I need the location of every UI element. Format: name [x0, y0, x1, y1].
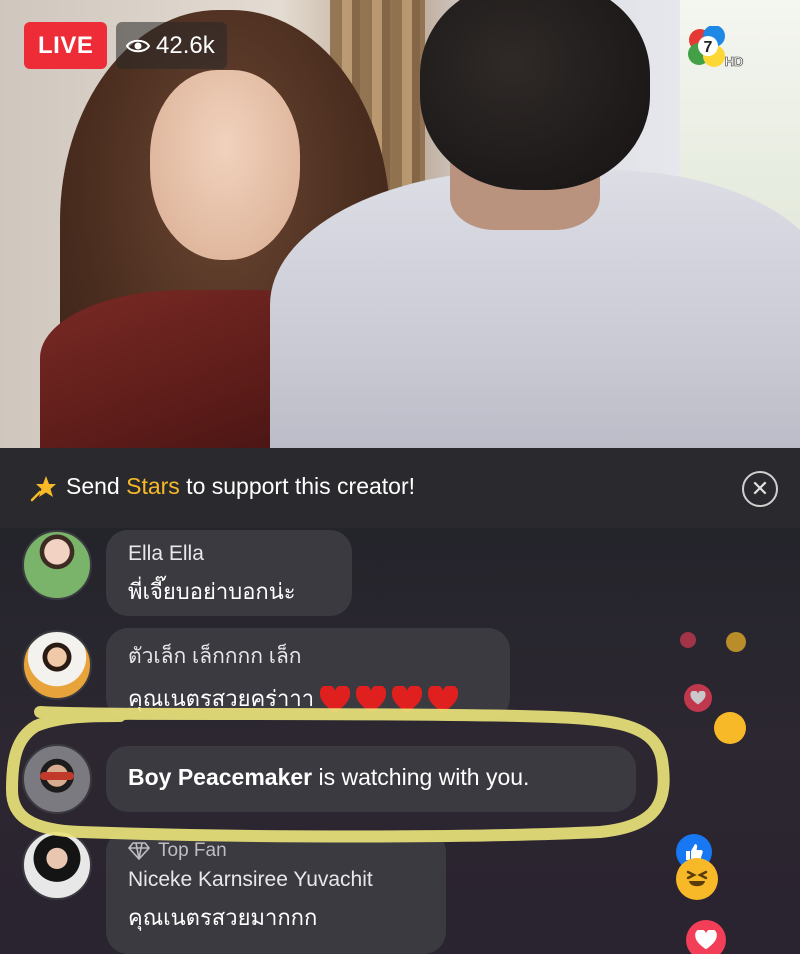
channel-7-hd-logo: 7 HD — [688, 26, 744, 69]
send-stars-suffix: to support this creator! — [179, 473, 416, 499]
list-item[interactable]: Ella Ella พี่เจี๊ยบอย่าบอกน่ะ — [106, 530, 352, 616]
watcher-name[interactable]: Boy Peacemaker — [128, 764, 312, 790]
comment-author[interactable]: ตัวเล็ก เล็กกกก เล็ก — [128, 640, 488, 673]
comments-feed[interactable]: Ella Ella พี่เจี๊ยบอย่าบอกน่ะ ตัวเล็ก เล… — [0, 528, 800, 954]
live-badge: LIVE — [24, 22, 108, 69]
channel-hd-label: HD — [725, 54, 744, 69]
channel-number: 7 — [704, 39, 713, 56]
haha-reaction-icon — [676, 858, 718, 900]
send-stars-prefix: Send — [66, 473, 127, 499]
list-item[interactable]: ตัวเล็ก เล็กกกก เล็ก คุณเนตรสวยคร่าาา — [106, 628, 510, 720]
video-scene-woman-face — [150, 70, 300, 260]
haha-reaction-icon — [726, 632, 746, 652]
comment-text: คุณเนตรสวยมากกก — [128, 905, 318, 930]
comment-author[interactable]: Niceke Karnsiree Yuvachit — [128, 868, 424, 892]
care-reaction-icon — [714, 712, 746, 744]
live-video-player[interactable]: LIVE 42.6k 7 HD — [0, 0, 800, 448]
comment-text-value: คุณเนตรสวยคร่าาา — [128, 686, 315, 711]
red-heart-icon — [356, 686, 387, 714]
close-icon[interactable]: ✕ — [742, 471, 778, 507]
avatar[interactable] — [22, 830, 92, 900]
stars-link[interactable]: Stars — [126, 473, 180, 499]
top-fan-label: Top Fan — [158, 840, 227, 861]
viewer-count-value: 42.6k — [156, 32, 215, 59]
list-item[interactable]: Top Fan Niceke Karnsiree Yuvachit คุณเนต… — [106, 830, 446, 954]
send-stars-banner[interactable]: Send Stars to support this creator! — [0, 448, 800, 528]
comment-text: คุณเนตรสวยคร่าาา — [128, 681, 488, 716]
red-heart-icon — [428, 686, 459, 714]
avatar[interactable] — [22, 744, 92, 814]
avatar[interactable] — [22, 630, 92, 700]
comment-author[interactable]: Ella Ella — [128, 542, 330, 566]
red-heart-icon — [392, 686, 423, 714]
eye-icon — [126, 39, 150, 52]
shooting-star-icon — [30, 476, 56, 502]
watching-with-you-notice: Boy Peacemaker is watching with you. — [106, 746, 636, 812]
love-reaction-icon — [684, 684, 712, 712]
love-reaction-icon — [680, 632, 696, 648]
avatar[interactable] — [22, 530, 92, 600]
comment-text: พี่เจี๊ยบอย่าบอกน่ะ — [128, 579, 296, 604]
sunglasses-detail — [40, 772, 74, 780]
send-stars-text: Send Stars to support this creator! — [66, 473, 415, 500]
video-scene-man-head — [420, 0, 650, 190]
top-fan-badge: Top Fan — [128, 840, 424, 862]
diamond-icon — [128, 842, 150, 860]
watching-suffix: is watching with you. — [312, 764, 530, 790]
love-reaction-icon — [686, 920, 726, 954]
viewer-count[interactable]: 42.6k — [116, 22, 227, 69]
watching-text: Boy Peacemaker is watching with you. — [128, 764, 529, 790]
red-heart-icon — [320, 686, 351, 714]
hearts-group — [320, 686, 464, 714]
